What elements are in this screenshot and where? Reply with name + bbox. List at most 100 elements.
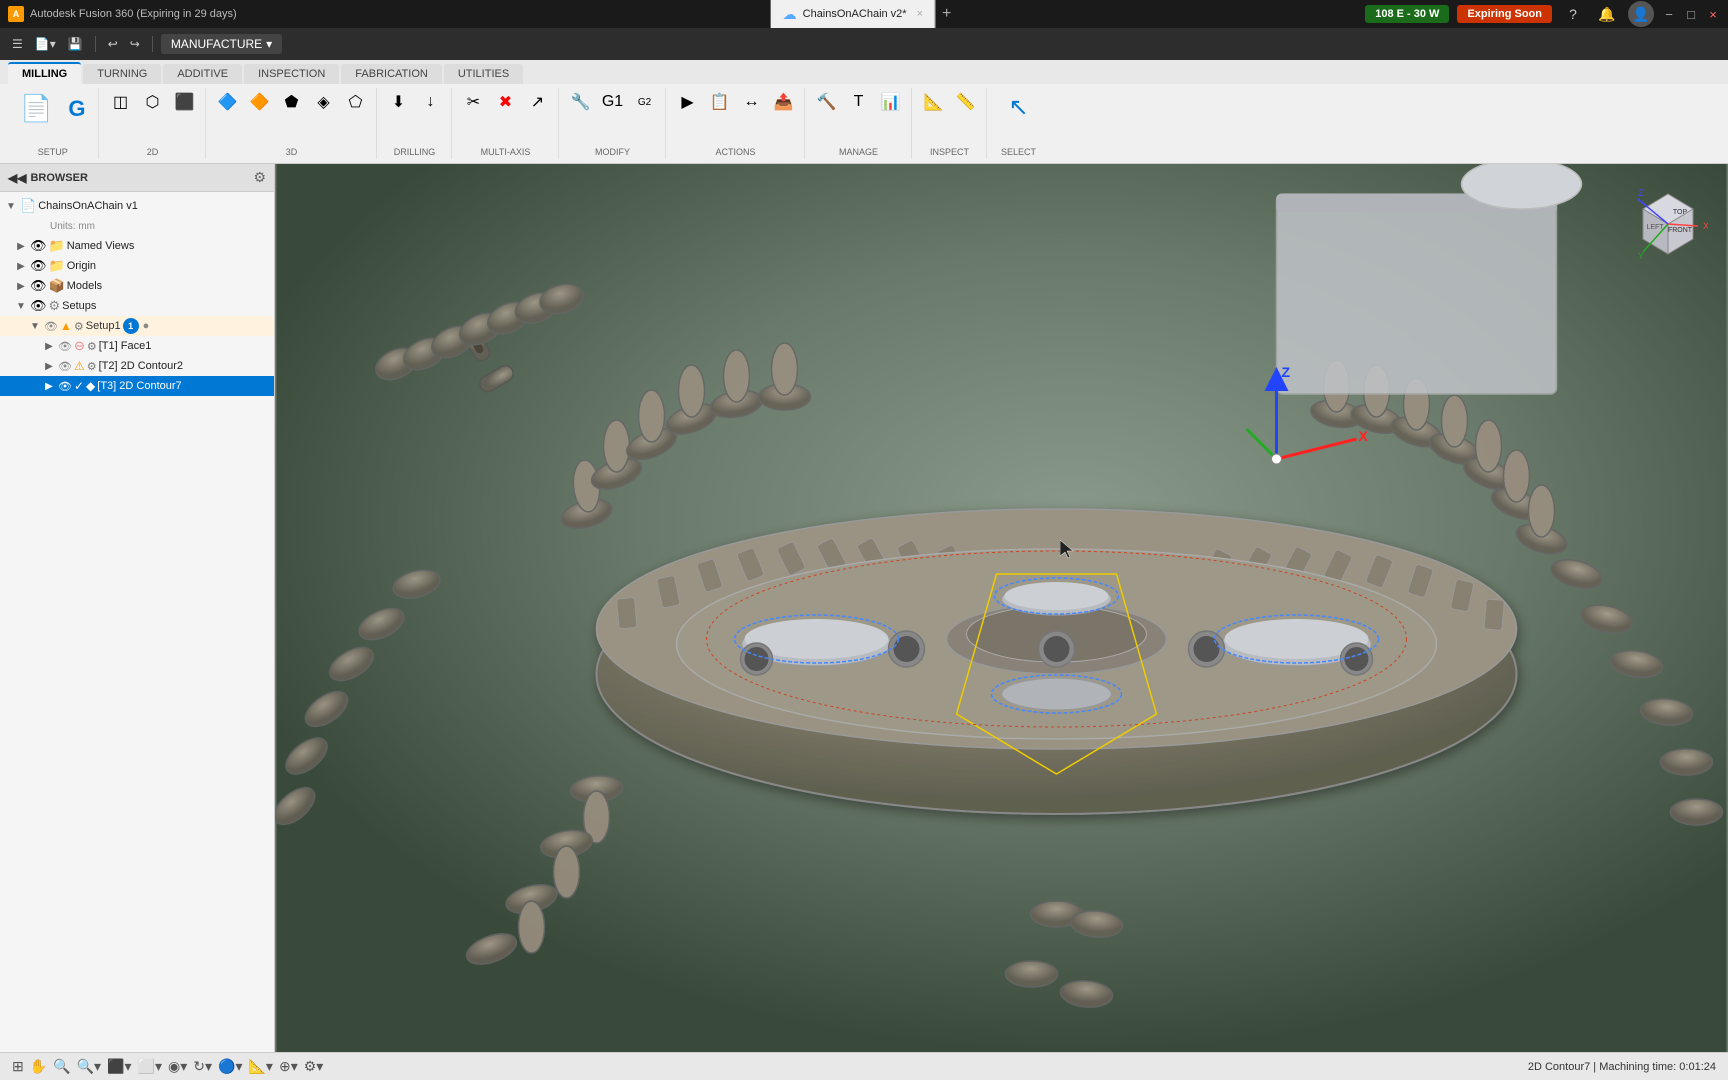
notifications-button[interactable]: 🔔 (1594, 1, 1620, 27)
ma-btn1[interactable]: ✂ (460, 90, 488, 114)
ma-btn3[interactable]: ↗ (524, 90, 552, 114)
collapse-left-icon[interactable]: ◀◀ (8, 171, 26, 185)
app-title: Autodesk Fusion 360 (Expiring in 29 days… (30, 8, 237, 20)
2d-btn2[interactable]: ⬡ (139, 90, 167, 114)
tab-bar: ☁ ChainsOnAChain v2* × + (771, 0, 958, 28)
maximize-button[interactable]: □ (1684, 7, 1698, 21)
select-cursor-button[interactable]: ↖ (1002, 90, 1034, 125)
tree-toggle-t2[interactable]: ▶ (42, 361, 56, 372)
new-file-button[interactable]: 📄▾ (31, 35, 60, 53)
redo-button[interactable]: ↪ (126, 35, 144, 53)
expiring-soon-button[interactable]: Expiring Soon (1457, 5, 1552, 23)
act-btn3[interactable]: ↔ (738, 91, 766, 113)
ma-btn2[interactable]: ✖ (492, 90, 520, 114)
statusbar-pan-icon[interactable]: ✋ (30, 1058, 47, 1075)
tab-inspection[interactable]: INSPECTION (244, 64, 339, 84)
3d-btn3[interactable]: ⬟ (278, 90, 306, 114)
statusbar-zoom-icon[interactable]: 🔍 (53, 1058, 70, 1075)
insp-btn1[interactable]: 📐 (920, 90, 948, 114)
act-btn4[interactable]: 📤 (770, 90, 798, 114)
mod-btn2[interactable]: G1 (599, 91, 627, 113)
tree-folder-named-views: 📁 (49, 238, 65, 254)
manufacture-workspace-button[interactable]: MANUFACTURE ▾ (161, 34, 282, 54)
tree-item-setups[interactable]: ▼ 👁 ⚙ Setups (0, 296, 274, 316)
cloud-credits-button[interactable]: 108 E - 30 W (1365, 5, 1449, 23)
tree-label-t2: [T2] 2D Contour2 (99, 360, 183, 372)
tab-milling[interactable]: MILLING (8, 62, 81, 84)
statusbar-more-icon[interactable]: ⬜▾ (138, 1058, 162, 1075)
ribbon-group-multiaxis: ✂ ✖ ↗ MULTI-AXIS (454, 88, 559, 159)
tree-toggle-setup1[interactable]: ▼ (28, 321, 42, 332)
mgmt-btn1[interactable]: 🔨 (813, 90, 841, 114)
tree-icon-t3-diamond: ◆ (86, 379, 95, 393)
tab-additive[interactable]: ADDITIVE (163, 64, 242, 84)
tree-icon-t3-eye: 👁 (58, 380, 72, 393)
3d-btn5[interactable]: ⬠ (342, 90, 370, 114)
tree-item-setup1[interactable]: ▼ 👁 ▲ ⚙ Setup1 1 ● (0, 316, 274, 336)
minimize-button[interactable]: − (1662, 7, 1676, 21)
tree-item-t2[interactable]: ▶ 👁 ⚠ ⚙ [T2] 2D Contour2 (0, 356, 274, 376)
tree-toggle-models[interactable]: ▶ (14, 281, 28, 292)
3d-btn4[interactable]: ◈ (310, 90, 338, 114)
new-tab-button[interactable]: + (936, 5, 957, 23)
tree-label-named-views: Named Views (67, 240, 135, 252)
tab-fabrication[interactable]: FABRICATION (341, 64, 442, 84)
statusbar-grid2-icon[interactable]: ⊕▾ (279, 1058, 298, 1075)
select-group-label: SELECT (1001, 147, 1036, 157)
close-button[interactable]: × (1706, 7, 1720, 21)
close-tab-button[interactable]: × (917, 8, 923, 20)
tab-turning[interactable]: TURNING (83, 64, 161, 84)
statusbar-snap-icon[interactable]: 🔵▾ (218, 1058, 242, 1075)
2d-btn1[interactable]: ◫ (107, 90, 135, 114)
statusbar-render-icon[interactable]: ◉▾ (168, 1058, 187, 1075)
user-avatar[interactable]: 👤 (1628, 1, 1654, 27)
help-button[interactable]: ? (1560, 1, 1586, 27)
3d-btn1[interactable]: 🔷 (214, 90, 242, 114)
tree-item-t1[interactable]: ▶ 👁 ⊖ ⚙ [T1] Face1 (0, 336, 274, 356)
setup-file-button[interactable]: 📄 (14, 90, 58, 127)
3d-viewport[interactable]: Z X (275, 164, 1728, 1052)
tree-toggle-t1[interactable]: ▶ (42, 341, 56, 352)
3d-group-label: 3D (286, 147, 298, 157)
3d-btn2[interactable]: 🔶 (246, 90, 274, 114)
2d-btn3[interactable]: ⬛ (171, 90, 199, 114)
file-tab-active[interactable]: ☁ ChainsOnAChain v2* × (771, 0, 936, 28)
view-cube[interactable]: TOP FRONT LEFT X Y Z (1628, 184, 1708, 264)
tree-toggle-named-views[interactable]: ▶ (14, 241, 28, 252)
undo-button[interactable]: ↩ (104, 35, 122, 53)
tree-toggle-setups[interactable]: ▼ (14, 301, 28, 312)
statusbar-display-icon[interactable]: ⬛▾ (107, 1058, 131, 1075)
tree-toggle-root[interactable]: ▼ (4, 201, 18, 212)
tree-icon-root: 📄 (20, 198, 36, 214)
tree-item-named-views[interactable]: ▶ 👁 📁 Named Views (0, 236, 274, 256)
drill-btn2[interactable]: ↓ (417, 91, 445, 113)
act-btn1[interactable]: ▶ (674, 90, 702, 114)
statusbar-zoomoptions-icon[interactable]: 🔍▾ (77, 1058, 101, 1075)
setup-g-button[interactable]: G (62, 93, 91, 125)
tree-toggle-origin[interactable]: ▶ (14, 261, 28, 272)
mod-btn1[interactable]: 🔧 (567, 90, 595, 114)
units-label: Units: mm (30, 221, 95, 232)
tree-toggle-t3[interactable]: ▶ (42, 381, 56, 392)
act-btn2[interactable]: 📋 (706, 90, 734, 114)
tree-item-models[interactable]: ▶ 👁 📦 Models (0, 276, 274, 296)
statusbar-grid-icon[interactable]: ⊞ (12, 1058, 24, 1075)
tree-label-t1: [T1] Face1 (99, 340, 152, 352)
drill-btn1[interactable]: ⬇ (385, 90, 413, 114)
browser-settings-button[interactable]: ⚙ (253, 169, 266, 186)
tab-utilities[interactable]: UTILITIES (444, 64, 523, 84)
mod-btn3[interactable]: G2 (631, 95, 659, 110)
statusbar-orbit-icon[interactable]: ↻▾ (193, 1058, 212, 1075)
app-menu-button[interactable]: ☰ (8, 35, 27, 53)
tree-item-t3[interactable]: ▶ 👁 ✓ ◆ [T3] 2D Contour7 (0, 376, 274, 396)
mgmt-btn2[interactable]: T (845, 91, 873, 113)
ribbon-tab-bar: MILLING TURNING ADDITIVE INSPECTION FABR… (0, 60, 1728, 84)
tree-item-origin[interactable]: ▶ 👁 📁 Origin (0, 256, 274, 276)
mgmt-btn3[interactable]: 📊 (877, 90, 905, 114)
multiaxis-buttons: ✂ ✖ ↗ (460, 90, 552, 114)
statusbar-units-icon[interactable]: 📐▾ (249, 1058, 273, 1075)
statusbar-settings-icon[interactable]: ⚙▾ (304, 1058, 324, 1075)
save-button[interactable]: 💾 (64, 35, 87, 53)
tree-item-root[interactable]: ▼ 📄 ChainsOnAChain v1 (0, 196, 274, 216)
insp-btn2[interactable]: 📏 (952, 90, 980, 114)
